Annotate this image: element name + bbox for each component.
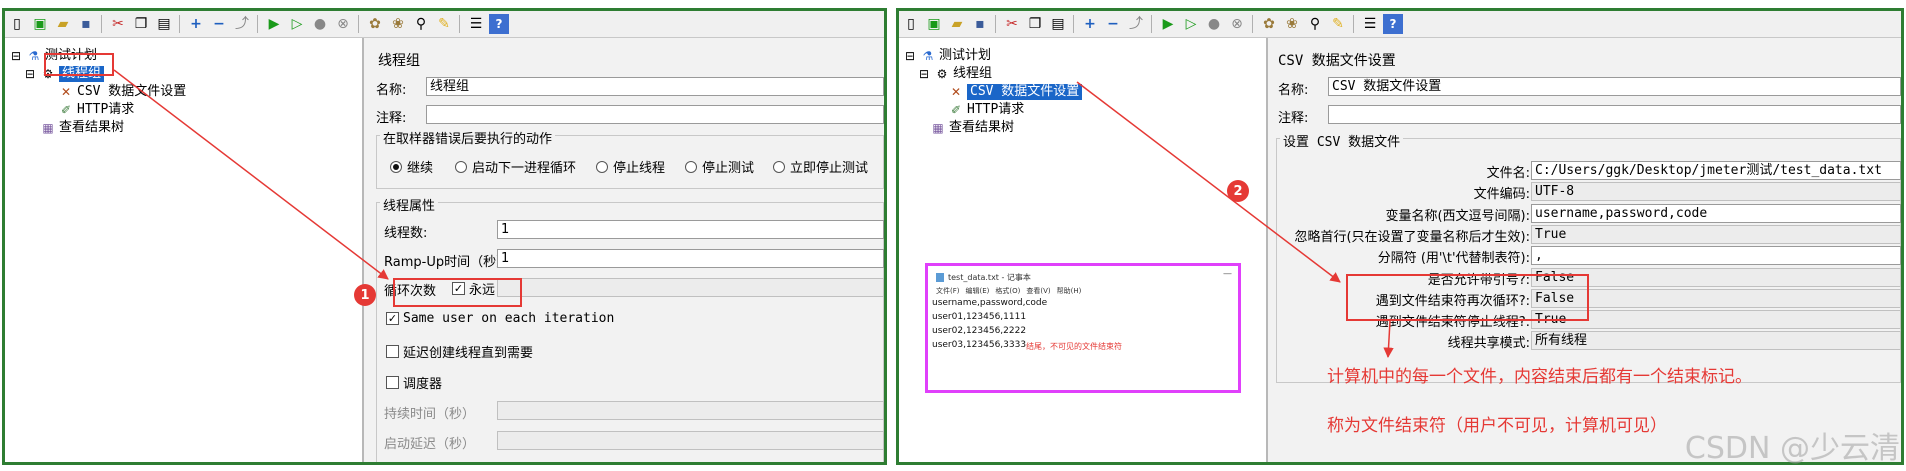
annotation-arrows [113,69,1394,359]
arrow-to-loop [113,69,389,280]
arrow-to-eof-box [1076,81,1341,283]
arrow-to-note [1383,320,1394,359]
